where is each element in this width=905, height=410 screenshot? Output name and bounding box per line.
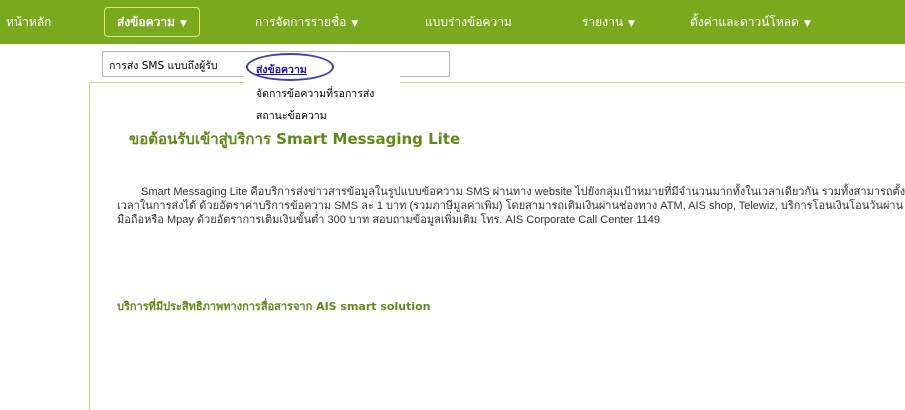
nav-send-message[interactable]: ส่งข้อความ ▼ <box>104 7 200 37</box>
highlight-ring <box>246 53 334 81</box>
welcome-heading: ขอต้อนรับเข้าสู่บริการ Smart Messaging L… <box>129 130 461 148</box>
chevron-down-icon: ▼ <box>351 19 359 29</box>
nav-report[interactable]: รายงาน ▼ <box>582 0 635 44</box>
dropdown-item-manage-pending[interactable]: จัดการข้อความที่รอการส่ง <box>256 85 374 102</box>
nav-manage-list-label: การจัดการรายชื่อ <box>255 15 347 29</box>
nav-manage-list[interactable]: การจัดการรายชื่อ ▼ <box>255 0 358 44</box>
nav-draft[interactable]: แบบร่างข้อความ <box>425 0 512 44</box>
chevron-down-icon: ▼ <box>180 19 187 29</box>
nav-report-label: รายงาน <box>582 15 624 29</box>
content-border-left <box>89 82 90 410</box>
chevron-down-icon: ▼ <box>628 19 635 29</box>
intro-paragraph: Smart Messaging Lite คือบริการส่งข่าวสาร… <box>117 186 905 226</box>
content-border-top <box>89 82 905 83</box>
chevron-down-icon: ▼ <box>803 19 811 29</box>
submenu-item-sms-to-recipient[interactable]: การส่ง SMS แบบถึงผู้รับ <box>109 57 218 74</box>
nav-settings-download[interactable]: ตั้งค่าและดาวน์โหลด ▼ <box>690 0 811 44</box>
services-heading: บริการที่มีประสิทธิภาพทางการสื่อสารจาก A… <box>117 300 431 313</box>
top-nav-bar: หน้าหลัก ส่งข้อความ ▼ การจัดการรายชื่อ ▼ แ… <box>0 0 905 44</box>
nav-send-message-label: ส่งข้อความ <box>117 15 176 29</box>
nav-home[interactable]: หน้าหลัก <box>6 0 51 44</box>
dropdown-item-message-status[interactable]: สถานะข้อความ <box>256 107 327 124</box>
nav-settings-download-label: ตั้งค่าและดาวน์โหลด <box>690 15 799 29</box>
